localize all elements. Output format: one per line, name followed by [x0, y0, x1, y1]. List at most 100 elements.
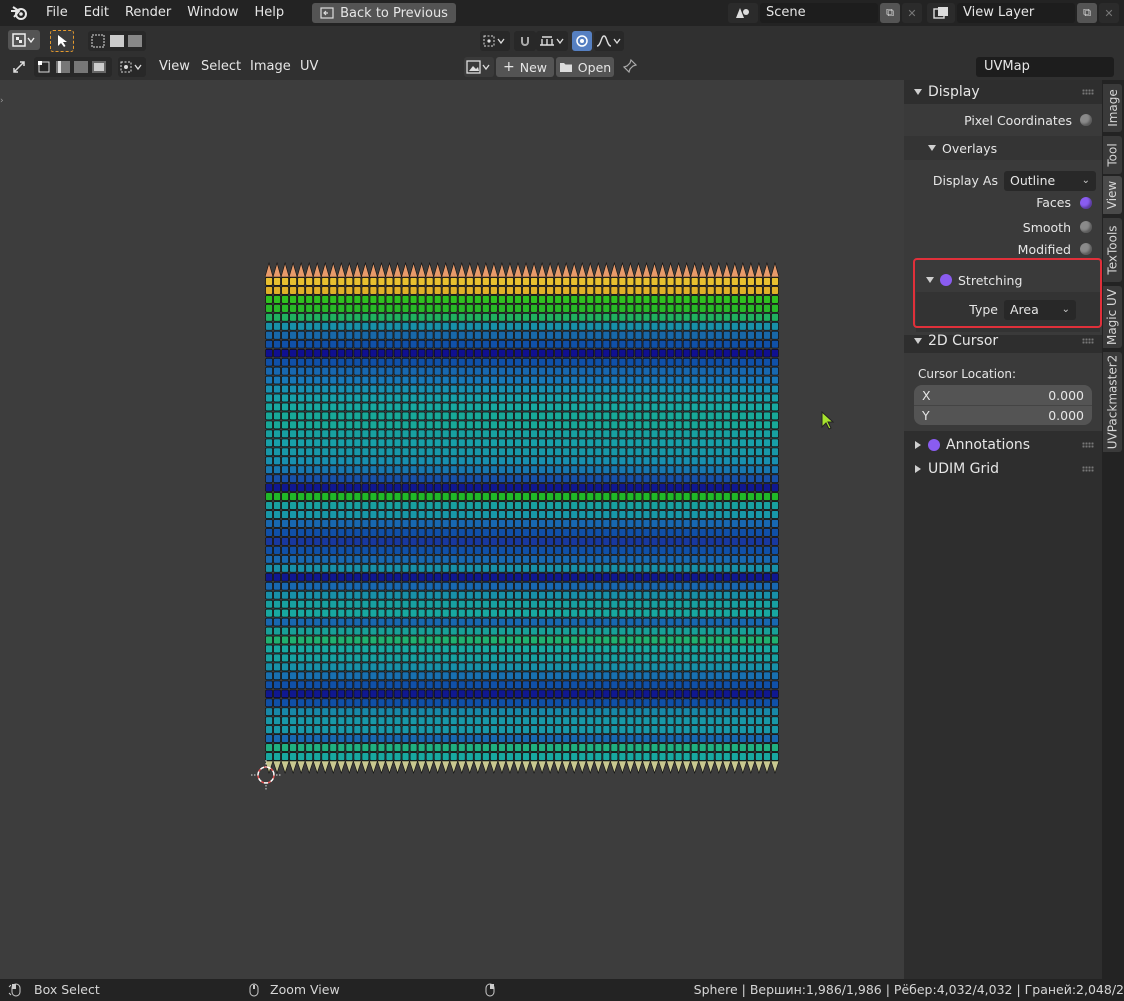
menu-help[interactable]: Help [247, 0, 293, 26]
uv-face-row [265, 590, 779, 600]
open-image-button[interactable]: Open [556, 57, 614, 77]
uv-face-row [265, 716, 779, 725]
cursor-x-value: 0.000 [1048, 387, 1084, 403]
uv-face-row [265, 483, 779, 492]
faces-label: Faces [1036, 195, 1071, 210]
uv-face-row [265, 573, 779, 582]
cursor-x-field[interactable]: X 0.000 [914, 385, 1092, 405]
uv-face-row [265, 582, 779, 591]
menu-view[interactable]: View [159, 58, 190, 76]
pin-icon[interactable] [622, 58, 638, 78]
blender-logo-icon[interactable] [8, 2, 30, 24]
uv-sync-selection-toggle[interactable] [8, 57, 30, 77]
selection-mode-icons[interactable] [90, 33, 144, 49]
uv-face-row [265, 357, 779, 367]
plus-icon: + [503, 59, 515, 75]
proportional-falloff-menu[interactable] [594, 31, 624, 51]
snap-toggle[interactable] [514, 31, 536, 51]
modified-toggle[interactable] [1080, 243, 1092, 255]
2d-cursor-icon[interactable] [251, 760, 281, 790]
annotations-panel-header[interactable]: Annotations [904, 433, 1102, 457]
udim-grid-title: UDIM Grid [928, 461, 1000, 477]
image-browse-menu[interactable] [464, 57, 494, 77]
open-image-label: Open [577, 59, 612, 75]
faces-toggle[interactable] [1080, 197, 1092, 209]
smooth-toggle[interactable] [1080, 221, 1092, 233]
view-layer-name-field[interactable]: View Layer [957, 3, 1075, 23]
pixel-coordinates-toggle[interactable] [1080, 114, 1092, 126]
menu-uv[interactable]: UV [300, 58, 318, 76]
uv-face-row [265, 322, 779, 331]
expand-arrow-icon [915, 441, 921, 449]
view-layer-remove-icon[interactable]: ✕ [1099, 3, 1119, 23]
uv-mesh-stretch-display[interactable] [265, 261, 779, 775]
drag-grip-icon[interactable] [1082, 89, 1094, 95]
sticky-selection-menu[interactable] [118, 57, 146, 77]
proportional-editing-toggle[interactable] [572, 31, 592, 51]
tab-textools[interactable]: TexTools [1103, 218, 1122, 282]
pixel-coordinates-label: Pixel Coordinates [964, 113, 1072, 128]
menu-render[interactable]: Render [117, 0, 179, 26]
menu-window[interactable]: Window [179, 0, 246, 26]
back-to-previous-label: Back to Previous [340, 5, 448, 21]
cursor-y-field[interactable]: Y 0.000 [914, 405, 1092, 425]
tab-image[interactable]: Image [1103, 84, 1122, 132]
uvmap-field[interactable]: UVMap [976, 57, 1114, 77]
uv-select-mode-group[interactable] [34, 57, 112, 77]
menu-edit[interactable]: Edit [76, 0, 117, 26]
new-image-label: New [519, 59, 547, 75]
sidebar-tabs: Image Tool View TexTools Magic UV UVPack… [1102, 80, 1124, 979]
uv-face-row [265, 420, 779, 430]
display-as-dropdown[interactable]: Outline ⌄ [1004, 171, 1096, 191]
new-image-button[interactable]: + New [496, 57, 554, 77]
tab-magic-uv[interactable]: Magic UV [1103, 286, 1122, 348]
select-tool-button[interactable] [50, 30, 74, 52]
tab-view[interactable]: View [1103, 176, 1122, 214]
cursor-panel-header[interactable]: 2D Cursor [904, 329, 1102, 353]
menu-image[interactable]: Image [250, 58, 291, 76]
cursor-location-label: Cursor Location: [918, 367, 1017, 381]
overlays-title: Overlays [942, 140, 998, 156]
status-bar: Box Select Zoom View Sphere | Вершин:1,9… [0, 979, 1124, 1001]
view-layer-browse-icon[interactable] [927, 3, 955, 23]
tab-uvpackmaster2[interactable]: UVPackmaster2 [1103, 352, 1122, 452]
mouse-middle-icon [249, 983, 259, 997]
tab-tool[interactable]: Tool [1103, 136, 1122, 174]
status-left-hint: Box Select [34, 982, 100, 997]
toolbar-expand-icon[interactable]: › [0, 96, 8, 108]
overlays-subpanel-header[interactable]: Overlays [904, 136, 1102, 160]
back-to-previous-button[interactable]: Back to Previous [312, 3, 456, 23]
chevron-down-icon: ⌄ [1081, 175, 1090, 186]
scene-remove-icon[interactable]: ✕ [902, 3, 922, 23]
menu-select[interactable]: Select [201, 58, 241, 76]
uv-face-row [265, 546, 779, 555]
uv-face-row [265, 384, 779, 394]
scene-statistics: Sphere | Вершин:1,986/1,986 | Рёбер:4,03… [693, 982, 1124, 997]
pivot-point-menu[interactable] [480, 31, 510, 51]
snap-increment-icon [540, 36, 564, 46]
display-panel-header[interactable]: Display [904, 80, 1102, 104]
udim-grid-panel-header[interactable]: UDIM Grid [904, 457, 1102, 481]
drag-grip-icon[interactable] [1082, 338, 1094, 344]
snap-target-menu[interactable] [536, 31, 568, 51]
drag-grip-icon[interactable] [1082, 442, 1094, 448]
cursor-y-label: Y [922, 408, 930, 423]
uv-face-row [265, 429, 779, 439]
scene-name-field[interactable]: Scene [760, 3, 878, 23]
annotations-toggle[interactable] [928, 439, 940, 451]
display-as-label: Display As [932, 173, 998, 188]
sync-arrows-icon [13, 61, 25, 73]
menu-file[interactable]: File [38, 0, 76, 26]
view-layer-duplicate-icon[interactable]: ⧉ [1077, 3, 1097, 23]
scene-browse-icon[interactable] [728, 3, 758, 23]
selection-mode-group [88, 31, 146, 51]
display-panel-title: Display [928, 84, 980, 100]
editor-type-menu[interactable] [8, 30, 40, 50]
uv-face-row [265, 366, 779, 376]
magnet-icon [521, 37, 529, 46]
uv-face-row [265, 349, 779, 358]
uv-face-row [265, 671, 779, 681]
uv-face-row [265, 456, 779, 465]
drag-grip-icon[interactable] [1082, 466, 1094, 472]
scene-duplicate-icon[interactable]: ⧉ [880, 3, 900, 23]
